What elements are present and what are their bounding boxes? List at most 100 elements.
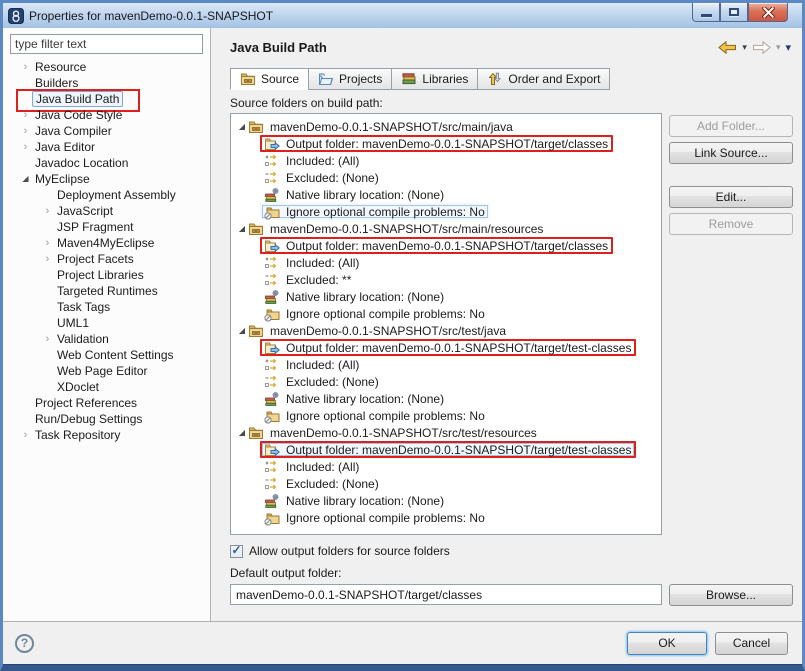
sidebar-item-validation[interactable]: › Validation — [3, 331, 210, 347]
sidebar-item-xdoclet[interactable]: XDoclet — [3, 379, 210, 395]
included-row[interactable]: Included: (All) — [231, 254, 661, 271]
cancel-button[interactable]: Cancel — [715, 631, 788, 655]
tab-order-and-export[interactable]: Order and Export — [477, 68, 611, 90]
sidebar-item-web-content-settings[interactable]: Web Content Settings — [3, 347, 210, 363]
sidebar-item-myeclipse[interactable]: ◢ MyEclipse — [3, 171, 210, 187]
sidebar-item-resource[interactable]: › Resource — [3, 59, 210, 75]
sidebar-item-label: Project Libraries — [57, 268, 144, 282]
sidebar-item-task-tags[interactable]: Task Tags — [3, 299, 210, 315]
twisty-icon[interactable]: › — [19, 60, 32, 74]
default-output-input[interactable] — [230, 584, 662, 605]
source-folders-tree[interactable]: ◢ mavenDemo-0.0.1-SNAPSHOT/src/main/java — [230, 113, 662, 535]
excluded-row[interactable]: Excluded: (None) — [231, 373, 661, 390]
twisty-icon[interactable]: › — [41, 252, 54, 266]
expanded-twisty-icon[interactable]: ◢ — [236, 428, 248, 437]
forward-icon[interactable] — [752, 40, 771, 54]
native-row[interactable]: Native library location: (None) — [231, 390, 661, 407]
remove-button[interactable]: Remove — [669, 213, 793, 235]
expanded-twisty-icon[interactable]: ◢ — [236, 224, 248, 233]
tree-row-label: Ignore optional compile problems: No — [286, 511, 485, 525]
edit-button[interactable]: Edit... — [669, 186, 793, 208]
output-row[interactable]: Output folder: mavenDemo-0.0.1-SNAPSHOT/… — [231, 339, 661, 356]
source-folder-row[interactable]: ◢ mavenDemo-0.0.1-SNAPSHOT/src/test/java — [231, 322, 661, 339]
add-folder-button[interactable]: Add Folder... — [669, 115, 793, 137]
sidebar-item-task-repository[interactable]: › Task Repository — [3, 427, 210, 443]
included-row[interactable]: Included: (All) — [231, 458, 661, 475]
native-row[interactable]: Native library location: (None) — [231, 288, 661, 305]
minimize-button[interactable] — [692, 3, 720, 22]
twisty-icon[interactable]: › — [19, 428, 32, 442]
twisty-icon[interactable]: › — [41, 204, 54, 218]
ignore-row[interactable]: Ignore optional compile problems: No — [231, 305, 661, 322]
sidebar-item-project-references[interactable]: Project References — [3, 395, 210, 411]
source-folder-row[interactable]: ◢ mavenDemo-0.0.1-SNAPSHOT/src/main/reso… — [231, 220, 661, 237]
output-row[interactable]: Output folder: mavenDemo-0.0.1-SNAPSHOT/… — [231, 135, 661, 152]
sidebar-item-project-libraries[interactable]: Project Libraries — [3, 267, 210, 283]
sidebar-item-project-facets[interactable]: › Project Facets — [3, 251, 210, 267]
filter-input[interactable] — [10, 34, 203, 54]
tab-libraries[interactable]: Libraries — [391, 68, 478, 90]
sidebar-item-java-build-path[interactable]: Java Build Path — [3, 89, 210, 112]
included-row[interactable]: Included: (All) — [231, 356, 661, 373]
back-menu-caret-icon[interactable]: ▾ — [742, 42, 747, 53]
twisty-icon[interactable]: › — [41, 236, 54, 250]
maximize-button[interactable] — [720, 3, 748, 22]
sidebar-item-label: Project Facets — [57, 252, 134, 266]
expanded-twisty-icon[interactable]: ◢ — [236, 122, 248, 131]
output-row[interactable]: Output folder: mavenDemo-0.0.1-SNAPSHOT/… — [231, 441, 661, 458]
window-title: Properties for mavenDemo-0.0.1-SNAPSHOT — [29, 8, 274, 23]
ok-button[interactable]: OK — [627, 631, 707, 655]
sidebar-item-run-debug-settings[interactable]: Run/Debug Settings — [3, 411, 210, 427]
twisty-icon[interactable]: › — [41, 332, 54, 346]
sidebar-item-web-page-editor[interactable]: Web Page Editor — [3, 363, 210, 379]
included-row[interactable]: Included: (All) — [231, 152, 661, 169]
allow-output-checkbox[interactable]: ✓ — [230, 544, 243, 558]
ignore-row[interactable]: Ignore optional compile problems: No — [231, 407, 661, 424]
excluded-row[interactable]: Excluded: (None) — [231, 169, 661, 186]
sidebar-item-deployment-assembly[interactable]: Deployment Assembly — [3, 187, 210, 203]
sidebar-item-targeted-runtimes[interactable]: Targeted Runtimes — [3, 283, 210, 299]
source-folder-row[interactable]: ◢ mavenDemo-0.0.1-SNAPSHOT/src/test/reso… — [231, 424, 661, 441]
sidebar-item-uml1[interactable]: UML1 — [3, 315, 210, 331]
link-source-button[interactable]: Link Source... — [669, 142, 793, 164]
sidebar-item-java-editor[interactable]: › Java Editor — [3, 139, 210, 155]
browse-button[interactable]: Browse... — [669, 584, 793, 606]
excluded-row[interactable]: Excluded: ** — [231, 271, 661, 288]
package-folder-icon — [248, 119, 264, 135]
twisty-icon[interactable]: › — [19, 140, 32, 154]
tree-row-label: Excluded: (None) — [286, 375, 379, 389]
expanded-twisty-icon[interactable]: ◢ — [236, 326, 248, 335]
sidebar-item-maven4myeclipse[interactable]: › Maven4MyEclipse — [3, 235, 210, 251]
tab-projects[interactable]: Projects — [308, 68, 392, 90]
sidebar-item-javascript[interactable]: › JavaScript — [3, 203, 210, 219]
sidebar-item-jsp-fragment[interactable]: JSP Fragment — [3, 219, 210, 235]
native-row[interactable]: Native library location: (None) — [231, 186, 661, 203]
help-button[interactable]: ? — [15, 633, 34, 653]
source-folder-row[interactable]: ◢ mavenDemo-0.0.1-SNAPSHOT/src/main/java — [231, 118, 661, 135]
ignore-problems-icon — [264, 510, 280, 526]
native-row[interactable]: Native library location: (None) — [231, 492, 661, 509]
forward-menu-caret-icon[interactable]: ▾ — [776, 42, 781, 53]
twisty-icon[interactable]: › — [19, 124, 32, 138]
back-icon[interactable] — [718, 40, 737, 54]
allow-output-label: Allow output folders for source folders — [249, 544, 450, 558]
sidebar-item-java-compiler[interactable]: › Java Compiler — [3, 123, 210, 139]
order-and-export-icon — [487, 71, 503, 87]
excluded-row[interactable]: Excluded: (None) — [231, 475, 661, 492]
ignore-row[interactable]: Ignore optional compile problems: No — [231, 203, 661, 220]
sidebar-item-java-code-style[interactable]: › Java Code Style — [3, 107, 210, 123]
titlebar[interactable]: Properties for mavenDemo-0.0.1-SNAPSHOT — [3, 3, 802, 28]
sidebar-item-javadoc-location[interactable]: Javadoc Location — [3, 155, 210, 171]
sidebar-item-builders[interactable]: Builders — [3, 75, 210, 91]
tab-source[interactable]: Source — [230, 68, 309, 90]
output-row[interactable]: Output folder: mavenDemo-0.0.1-SNAPSHOT/… — [231, 237, 661, 254]
close-button[interactable] — [748, 3, 788, 22]
dialog-footer: ? OK Cancel — [3, 621, 802, 664]
ignore-row[interactable]: Ignore optional compile problems: No — [231, 509, 661, 526]
view-menu-icon[interactable]: ▾ — [785, 41, 791, 54]
twisty-icon[interactable]: ◢ — [19, 172, 32, 186]
source-package-folder-icon — [240, 71, 256, 87]
twisty-icon[interactable]: › — [19, 108, 32, 122]
package-folder-icon — [248, 425, 264, 441]
sidebar-item-label: Targeted Runtimes — [57, 284, 158, 298]
